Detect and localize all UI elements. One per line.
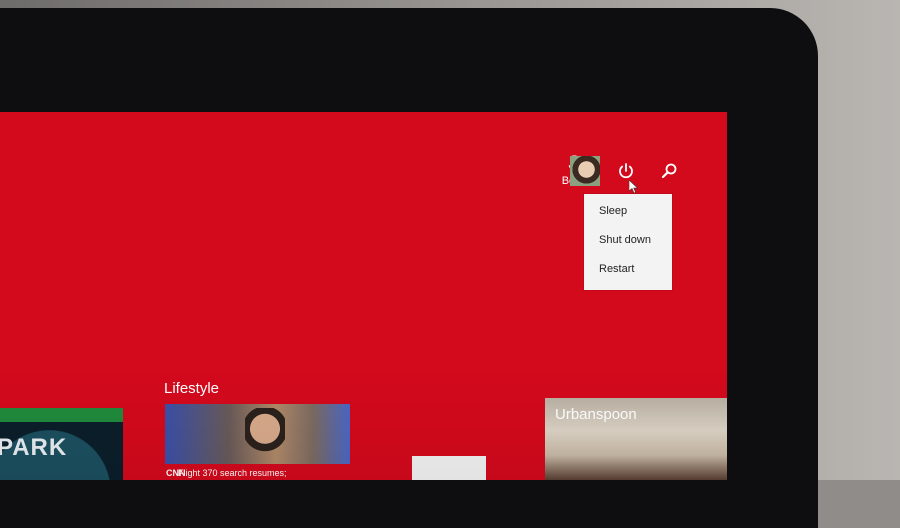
start-screen: Joe Belfiore Sleep Shut down Restart Lif… (0, 112, 727, 480)
menu-item-restart[interactable]: Restart (584, 258, 672, 287)
news-caption: Flight 370 search resumes; (178, 468, 287, 478)
tile-game[interactable]: PARK (0, 408, 123, 480)
tile-urbanspoon[interactable]: Urbanspoon (545, 398, 727, 480)
menu-item-sleep[interactable]: Sleep (584, 200, 672, 229)
power-menu: Sleep Shut down Restart (584, 194, 672, 290)
tile-urbanspoon-label: Urbanspoon (555, 406, 637, 423)
group-title-lifestyle: Lifestyle (164, 380, 220, 397)
tile-news-photo (245, 408, 285, 460)
menu-item-shut-down[interactable]: Shut down (584, 229, 672, 258)
avatar[interactable] (570, 156, 600, 186)
tile-news[interactable] (165, 404, 350, 464)
tile-blank[interactable] (412, 456, 486, 480)
power-icon[interactable] (617, 162, 635, 180)
mouse-cursor-icon (629, 180, 639, 194)
tile-game-title: PARK (0, 434, 68, 461)
search-icon[interactable] (660, 162, 678, 180)
